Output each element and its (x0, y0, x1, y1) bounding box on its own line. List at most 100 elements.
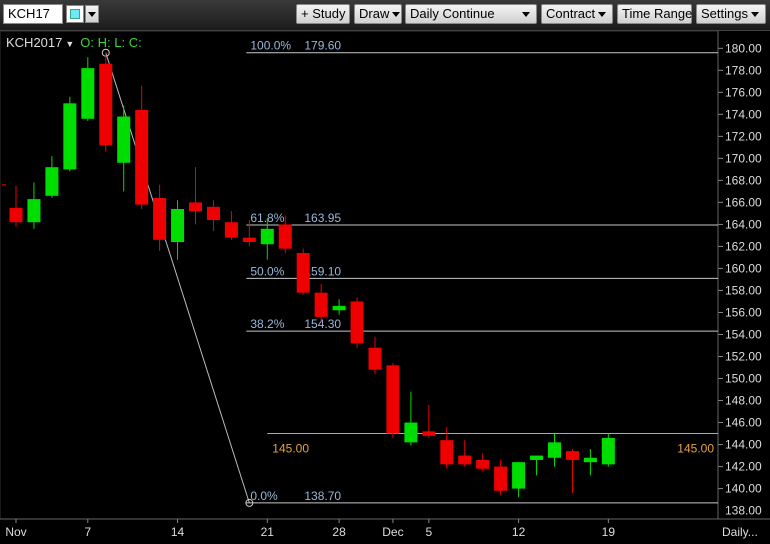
candle-body-down[interactable] (458, 455, 472, 465)
x-tick-label: 7 (84, 525, 91, 539)
candle-body-up[interactable] (530, 455, 544, 460)
symbol-dropdown-button[interactable] (85, 5, 99, 23)
series-color-swatch[interactable] (66, 5, 84, 23)
candle-body-down[interactable] (206, 206, 220, 221)
x-tick-label: Nov (5, 525, 26, 539)
candle-body-up[interactable] (601, 437, 615, 465)
candle-body-up[interactable] (583, 457, 597, 463)
draw-button[interactable]: Draw (354, 4, 402, 24)
candle-body-up[interactable] (117, 116, 131, 163)
candle-body-down[interactable] (242, 237, 256, 243)
fib-level-percent: 100.0% (250, 39, 291, 53)
candle-body-down[interactable] (189, 202, 202, 212)
chevron-down-icon (598, 12, 607, 18)
chart-area[interactable]: 140.00 142.00 144.00 146.00 148.00 150.00 152.… (0, 30, 770, 539)
y-tick-label: 160.00 (725, 261, 762, 275)
y-tick-label: 148.00 (725, 394, 762, 408)
contract-label: Contract (546, 6, 596, 21)
y-tick-label: 166.00 (725, 195, 762, 209)
x-tick-label: 28 (332, 525, 346, 539)
candle-body-up[interactable] (404, 422, 418, 443)
y-tick-label: 180.00 (725, 41, 762, 55)
x-tick-label: 12 (512, 525, 526, 539)
fib-level-value: 138.70 (304, 489, 341, 503)
candle-body-up[interactable] (171, 209, 185, 243)
y-tick-label: 152.00 (725, 350, 762, 364)
x-tick-label: 14 (171, 525, 185, 539)
x-tick-label: 19 (602, 525, 616, 539)
y-tick-label: 140.00 (725, 482, 762, 496)
add-study-label: + Study (301, 6, 346, 21)
candle-body-up[interactable] (332, 305, 346, 311)
candle-body-down[interactable] (153, 198, 167, 240)
candle-body-down[interactable] (440, 440, 454, 465)
y-tick-label: 138.00 (725, 504, 762, 518)
chart-legend: KCH2017 ▼ O: H: L: C: (6, 35, 142, 50)
y-tick-label: 156.00 (725, 305, 762, 319)
legend-symbol[interactable]: KCH2017 (6, 35, 62, 50)
candle-body-down[interactable] (135, 109, 149, 205)
price-chart[interactable]: 140.00 142.00 144.00 146.00 148.00 150.00 152.… (0, 30, 770, 539)
candle-body-up[interactable] (27, 199, 41, 223)
x-tick-label: Dec (382, 525, 403, 539)
candle-body-up[interactable] (63, 103, 77, 170)
symbol-input[interactable]: KCH17 (3, 4, 63, 24)
y-tick-label: 144.00 (725, 438, 762, 452)
x-tick-label: 5 (426, 525, 433, 539)
candle-body-down[interactable] (386, 365, 400, 434)
time-range-label: Time Range (622, 6, 693, 21)
fib-level-value: 154.30 (304, 317, 341, 331)
candle-body-down[interactable] (224, 222, 238, 238)
continuation-select[interactable]: Daily Continue (405, 4, 537, 24)
y-tick-label: 168.00 (725, 173, 762, 187)
settings-button[interactable]: Settings (696, 4, 766, 24)
candle-body-down[interactable] (368, 347, 382, 370)
candle-body-down[interactable] (476, 459, 490, 469)
y-tick-label: 162.00 (725, 239, 762, 253)
candle-body-down[interactable] (99, 63, 113, 146)
chart-toolbar: KCH17 + Study Draw Daily Continue Contra… (0, 0, 770, 31)
y-tick-label: 154.00 (725, 327, 762, 341)
draw-label: Draw (359, 6, 390, 21)
candle-body-down[interactable] (422, 431, 436, 436)
y-tick-label: 170.00 (725, 151, 762, 165)
horizontal-level-label-left: 145.00 (272, 442, 309, 456)
y-tick-label: 158.00 (725, 283, 762, 297)
y-tick-label: 174.00 (725, 107, 762, 121)
chevron-down-icon (88, 12, 96, 17)
candle-body-up[interactable] (512, 462, 526, 489)
candle-body-down[interactable] (565, 451, 579, 460)
x-tick-label: 21 (261, 525, 275, 539)
y-tick-label: 178.00 (725, 63, 762, 77)
continuation-label: Daily Continue (410, 6, 495, 21)
candle-body-down[interactable] (296, 253, 310, 293)
candle-body-down[interactable] (494, 466, 508, 491)
candle-body-down[interactable] (278, 224, 292, 249)
x-axis-end-label: Daily... (722, 525, 758, 539)
candle-body-up[interactable] (548, 442, 561, 458)
time-range-button[interactable]: Time Range (617, 4, 692, 24)
add-study-button[interactable]: + Study (296, 4, 350, 24)
settings-label: Settings (701, 6, 748, 21)
contract-button[interactable]: Contract (541, 4, 613, 24)
candle-body-down[interactable] (314, 292, 328, 317)
candle-body-up[interactable] (45, 167, 59, 196)
chevron-down-icon (392, 12, 401, 18)
candle-body-up[interactable] (81, 68, 95, 119)
y-tick-label: 176.00 (725, 85, 762, 99)
chevron-down-icon (750, 12, 759, 18)
horizontal-level-label-right: 145.00 (677, 442, 714, 456)
color-square-icon (70, 9, 80, 19)
candle-body-down[interactable] (350, 301, 364, 344)
legend-ohlc: O: H: L: C: (80, 35, 142, 50)
legend-dropdown-icon[interactable]: ▼ (65, 39, 74, 49)
candle-body-down[interactable] (9, 207, 23, 223)
chevron-down-icon (522, 12, 530, 17)
y-tick-label: 142.00 (725, 460, 762, 474)
y-tick-label: 146.00 (725, 416, 762, 430)
fib-level-value: 179.60 (304, 39, 341, 53)
fib-level-percent: 50.0% (250, 264, 284, 278)
fib-level-percent: 0.0% (250, 489, 278, 503)
candle-body-up[interactable] (260, 228, 274, 245)
y-tick-label: 164.00 (725, 217, 762, 231)
